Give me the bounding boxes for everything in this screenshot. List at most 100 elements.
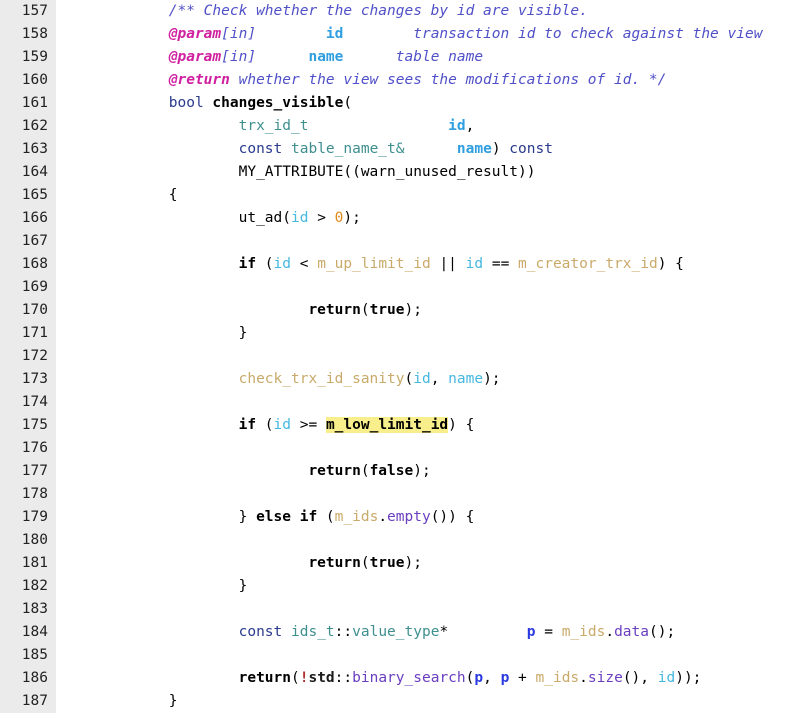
line-content[interactable] [56, 276, 812, 299]
line-content[interactable]: /** Check whether the changes by id are … [56, 0, 812, 23]
line-number[interactable]: 169 [0, 276, 56, 299]
line-number[interactable]: 179 [0, 506, 56, 529]
line-content[interactable]: @return whether the view sees the modifi… [56, 69, 812, 92]
line-content[interactable]: { [56, 184, 812, 207]
line-content[interactable] [56, 230, 812, 253]
code-line: 174 [0, 391, 812, 414]
line-number[interactable]: 184 [0, 621, 56, 644]
line-content[interactable]: return(!std::binary_search(p, p + m_ids.… [56, 667, 812, 690]
line-content[interactable]: const table_name_t& name) const [56, 138, 812, 161]
line-number[interactable]: 173 [0, 368, 56, 391]
line-number[interactable]: 186 [0, 667, 56, 690]
code-token: [in] [221, 49, 257, 65]
code-token: ); [483, 371, 501, 387]
line-number[interactable]: 185 [0, 644, 56, 667]
line-number[interactable]: 161 [0, 92, 56, 115]
code-token: m_up_limit_id [317, 256, 431, 272]
line-content[interactable]: @param[in] name table name [56, 46, 812, 69]
line-content[interactable]: ut_ad(id > 0); [56, 207, 812, 230]
line-number[interactable]: 158 [0, 23, 56, 46]
line-content[interactable]: check_trx_id_sanity(id, name); [56, 368, 812, 391]
line-number[interactable]: 165 [0, 184, 56, 207]
code-line: 158 @param[in] id transaction id to chec… [0, 23, 812, 46]
line-number[interactable]: 187 [0, 690, 56, 713]
line-number[interactable]: 183 [0, 598, 56, 621]
code-token: = [535, 624, 562, 640]
code-line: 176 [0, 437, 812, 460]
code-token: ()) { [430, 509, 475, 525]
line-content[interactable]: if (id < m_up_limit_id || id == m_creato… [56, 253, 812, 276]
line-content[interactable] [56, 391, 812, 414]
code-token: std [308, 670, 335, 686]
code-line: 160 @return whether the view sees the mo… [0, 69, 812, 92]
code-token: id [657, 670, 676, 686]
code-line: 170 return(true); [0, 299, 812, 322]
code-line: 183 [0, 598, 812, 621]
line-content[interactable]: return(true); [56, 299, 812, 322]
code-viewer[interactable]: 157 /** Check whether the changes by id … [0, 0, 812, 713]
code-token: binary_search [352, 670, 466, 686]
line-number[interactable]: 167 [0, 230, 56, 253]
line-number[interactable]: 178 [0, 483, 56, 506]
line-content[interactable]: if (id >= m_low_limit_id) { [56, 414, 812, 437]
code-token: >= [291, 417, 326, 433]
line-number[interactable]: 157 [0, 0, 56, 23]
line-content[interactable]: } [56, 322, 812, 345]
line-number[interactable]: 174 [0, 391, 56, 414]
code-token: id [325, 26, 344, 42]
line-number[interactable]: 172 [0, 345, 56, 368]
line-content[interactable]: MY_ATTRIBUTE((warn_unused_result)) [56, 161, 812, 184]
line-content[interactable] [56, 529, 812, 552]
line-content[interactable]: return(true); [56, 552, 812, 575]
line-number[interactable]: 163 [0, 138, 56, 161]
line-number[interactable]: 159 [0, 46, 56, 69]
line-number[interactable]: 170 [0, 299, 56, 322]
code-line: 172 [0, 345, 812, 368]
line-content[interactable] [56, 644, 812, 667]
code-line: 186 return(!std::binary_search(p, p + m_… [0, 667, 812, 690]
line-content[interactable]: } [56, 690, 812, 713]
code-token: true [369, 555, 405, 571]
line-content[interactable]: } else if (m_ids.empty()) { [56, 506, 812, 529]
code-token: table name [395, 49, 484, 65]
line-content[interactable]: @param[in] id transaction id to check ag… [56, 23, 812, 46]
line-number[interactable]: 176 [0, 437, 56, 460]
code-token: , [430, 371, 449, 387]
line-number[interactable]: 175 [0, 414, 56, 437]
code-table: 157 /** Check whether the changes by id … [0, 0, 812, 713]
line-content[interactable]: const ids_t::value_type* p = m_ids.data(… [56, 621, 812, 644]
line-content[interactable]: return(false); [56, 460, 812, 483]
line-content[interactable] [56, 483, 812, 506]
line-content[interactable] [56, 437, 812, 460]
line-content[interactable]: trx_id_t id, [56, 115, 812, 138]
code-token: ids_t [291, 624, 335, 640]
line-content[interactable]: } [56, 575, 812, 598]
line-content[interactable]: bool changes_visible( [56, 92, 812, 115]
code-token: const [509, 141, 553, 157]
line-number[interactable]: 177 [0, 460, 56, 483]
code-line: 164 MY_ATTRIBUTE((warn_unused_result)) [0, 161, 812, 184]
line-number[interactable]: 166 [0, 207, 56, 230]
line-number[interactable]: 168 [0, 253, 56, 276]
line-number[interactable]: 180 [0, 529, 56, 552]
line-number[interactable]: 171 [0, 322, 56, 345]
line-number[interactable]: 182 [0, 575, 56, 598]
code-token: ); [404, 302, 422, 318]
line-content[interactable] [56, 345, 812, 368]
line-number[interactable]: 181 [0, 552, 56, 575]
code-line: 169 [0, 276, 812, 299]
line-content[interactable] [56, 598, 812, 621]
line-number[interactable]: 162 [0, 115, 56, 138]
line-number[interactable]: 164 [0, 161, 56, 184]
line-number[interactable]: 160 [0, 69, 56, 92]
